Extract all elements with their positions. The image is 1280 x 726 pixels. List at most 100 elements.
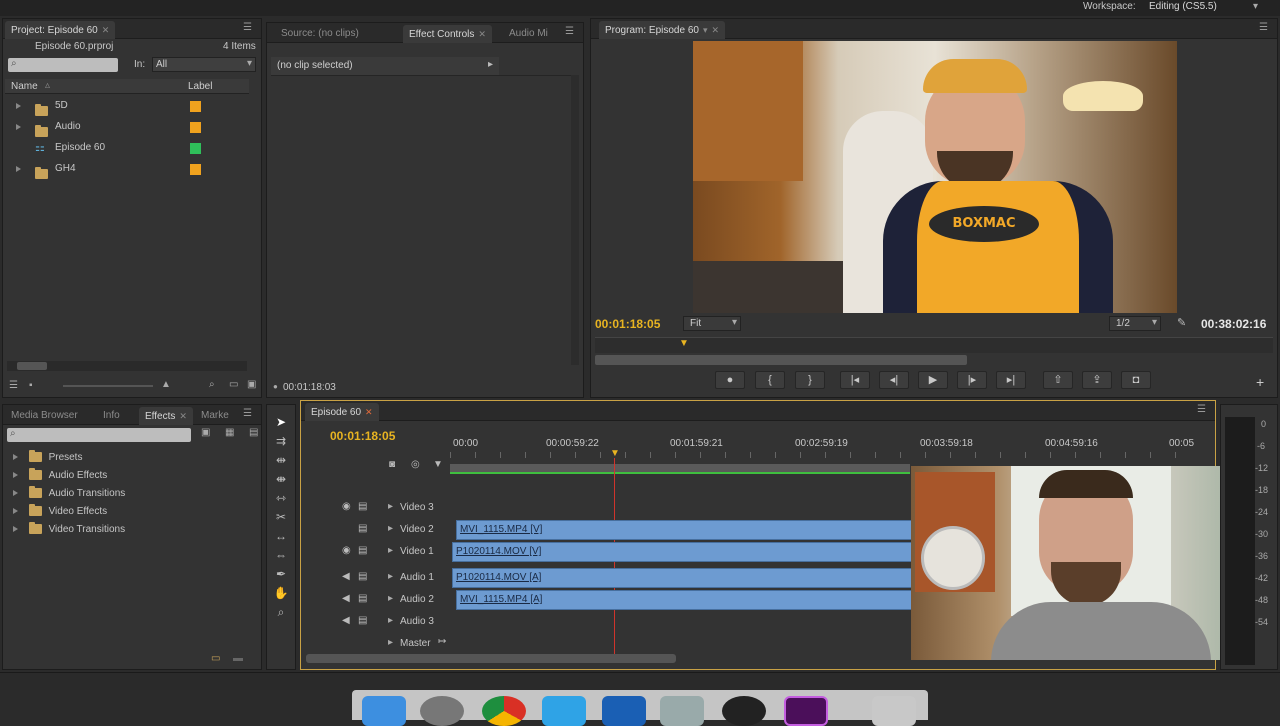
step-back-button[interactable]: ◂| — [879, 371, 909, 389]
tab-media-browser[interactable]: Media Browser — [5, 407, 84, 425]
col-name[interactable]: Name — [11, 81, 38, 92]
add-button-icon[interactable]: + — [1256, 374, 1264, 390]
32bit-effects-icon[interactable]: ▦ — [225, 427, 234, 438]
scroll-thumb[interactable] — [17, 362, 47, 370]
find-icon[interactable]: ⌕ — [209, 379, 215, 390]
horizontal-scrollbar[interactable] — [7, 361, 247, 371]
close-icon[interactable]: ✕ — [365, 407, 373, 417]
label-swatch[interactable] — [190, 101, 201, 112]
ripple-edit-tool-icon[interactable]: ⇹ — [273, 452, 289, 468]
chevron-down-icon[interactable]: ▾ — [703, 25, 708, 35]
eye-icon[interactable]: ◉ — [342, 501, 351, 512]
col-label[interactable]: Label — [188, 81, 212, 92]
fit-select[interactable]: Fit ▾ — [683, 316, 741, 331]
expand-icon[interactable]: ▸ — [388, 545, 393, 556]
app-icon[interactable] — [660, 696, 704, 726]
expand-icon[interactable] — [13, 526, 18, 533]
rolling-edit-tool-icon[interactable]: ⇼ — [273, 471, 289, 487]
effects-item-video-transitions[interactable]: Video Transitions — [13, 522, 125, 538]
in-select[interactable]: All ▾ — [152, 57, 256, 72]
playhead-icon[interactable]: ▼ — [679, 338, 689, 349]
razor-tool-icon[interactable]: ✂ — [273, 509, 289, 525]
expand-icon[interactable] — [13, 490, 18, 497]
expand-icon[interactable] — [13, 454, 18, 461]
panel-menu-icon[interactable]: ☰ — [1197, 405, 1209, 415]
new-bin-icon[interactable]: ▭ — [229, 379, 238, 390]
extract-button[interactable]: ⇪ — [1082, 371, 1112, 389]
eye-icon[interactable]: ◉ — [342, 545, 351, 556]
tab-effects[interactable]: Effects ✕ — [139, 407, 193, 425]
expand-icon[interactable] — [16, 103, 21, 109]
automate-icon[interactable]: ▲ — [161, 379, 171, 390]
display-style-icon[interactable]: ▤ — [358, 523, 367, 534]
go-to-in-button[interactable]: |◂ — [840, 371, 870, 389]
slide-tool-icon[interactable]: ⇔ — [273, 547, 289, 563]
speaker-icon[interactable]: ◀ — [342, 571, 350, 582]
set-marker-icon[interactable]: ◎ — [411, 459, 420, 470]
expand-icon[interactable] — [13, 508, 18, 515]
expand-icon[interactable] — [16, 124, 21, 130]
effects-search-input[interactable]: ⌕ — [7, 428, 191, 442]
panel-menu-icon[interactable]: ☰ — [565, 27, 577, 37]
icon-view-icon[interactable]: ▪ — [29, 380, 33, 391]
pen-tool-icon[interactable]: ✒ — [273, 566, 289, 582]
project-item-audio[interactable]: Audio — [11, 117, 251, 138]
close-icon[interactable]: ✕ — [478, 29, 486, 39]
clip-video-2[interactable]: MVI_1115.MP4 [V] — [456, 520, 912, 540]
expand-icon[interactable]: ▸ — [388, 571, 393, 582]
effects-item-audio-transitions[interactable]: Audio Transitions — [13, 486, 125, 502]
trash-icon[interactable] — [872, 696, 916, 726]
wrench-icon[interactable]: ✎ — [1177, 316, 1186, 329]
play-button[interactable]: ▶ — [918, 371, 948, 389]
label-swatch[interactable] — [190, 143, 201, 154]
accelerated-effects-icon[interactable]: ▣ — [201, 427, 210, 438]
label-swatch[interactable] — [190, 164, 201, 175]
rate-stretch-tool-icon[interactable]: ⇿ — [273, 490, 289, 506]
skype-icon[interactable] — [542, 696, 586, 726]
zoom-slider[interactable] — [63, 385, 153, 387]
system-prefs-icon[interactable] — [420, 696, 464, 726]
selection-tool-icon[interactable]: ➤ — [273, 414, 289, 430]
mark-out-button[interactable]: } — [795, 371, 825, 389]
clip-video-1[interactable]: P1020114.MOV [V] — [452, 542, 912, 562]
new-bin-icon[interactable]: ▭ — [211, 653, 220, 664]
close-icon[interactable]: ✕ — [179, 411, 187, 421]
tab-effect-controls[interactable]: Effect Controls ✕ — [403, 25, 492, 43]
program-timecode-current[interactable]: 00:01:18:05 — [595, 317, 660, 331]
expand-icon[interactable]: ▸ — [388, 637, 393, 648]
yuv-effects-icon[interactable]: ▤ — [249, 427, 258, 438]
step-forward-button[interactable]: |▸ — [957, 371, 987, 389]
obs-icon[interactable] — [722, 696, 766, 726]
clip-audio-1[interactable]: P1020114.MOV [A] — [452, 568, 912, 588]
tab-audio-mixer[interactable]: Audio Mi — [503, 25, 554, 43]
close-icon[interactable]: ✕ — [102, 25, 110, 35]
lift-button[interactable]: ⇧ — [1043, 371, 1073, 389]
display-style-icon[interactable]: ▤ — [358, 501, 367, 512]
workspace-select[interactable]: Editing (CS5.5) — [1149, 1, 1217, 12]
zoom-bar[interactable] — [595, 355, 967, 365]
hand-tool-icon[interactable]: ✋ — [273, 585, 289, 601]
effects-item-video-effects[interactable]: Video Effects — [13, 504, 107, 520]
add-marker-button[interactable]: ● — [715, 371, 745, 389]
panel-menu-icon[interactable]: ☰ — [243, 23, 255, 33]
expand-icon[interactable] — [13, 472, 18, 479]
expand-icon[interactable]: ▸ — [388, 501, 393, 512]
tab-project[interactable]: Project: Episode 60 ✕ — [5, 21, 116, 39]
panel-menu-icon[interactable]: ☰ — [1259, 23, 1271, 33]
new-item-icon[interactable]: ▣ — [247, 379, 256, 390]
expand-icon[interactable]: ▸ — [388, 615, 393, 626]
close-icon[interactable]: ✕ — [711, 25, 719, 35]
display-style-icon[interactable]: ▤ — [358, 545, 367, 556]
display-style-icon[interactable]: ▤ — [358, 593, 367, 604]
mark-in-button[interactable]: { — [755, 371, 785, 389]
slip-tool-icon[interactable]: ↔ — [273, 528, 289, 544]
effects-item-audio-effects[interactable]: Audio Effects — [13, 468, 107, 484]
search-input[interactable]: ⌕ — [8, 58, 118, 72]
expand-icon[interactable] — [16, 166, 21, 172]
delete-icon[interactable]: ▬ — [233, 653, 243, 664]
clip-audio-2[interactable]: MVI_1115.MP4 [A] — [456, 590, 912, 610]
timeline-timecode[interactable]: 00:01:18:05 — [330, 429, 395, 443]
tab-markers[interactable]: Marke — [195, 407, 235, 425]
display-style-icon[interactable]: ▤ — [358, 615, 367, 626]
resolution-select[interactable]: 1/2 ▾ — [1109, 316, 1161, 331]
